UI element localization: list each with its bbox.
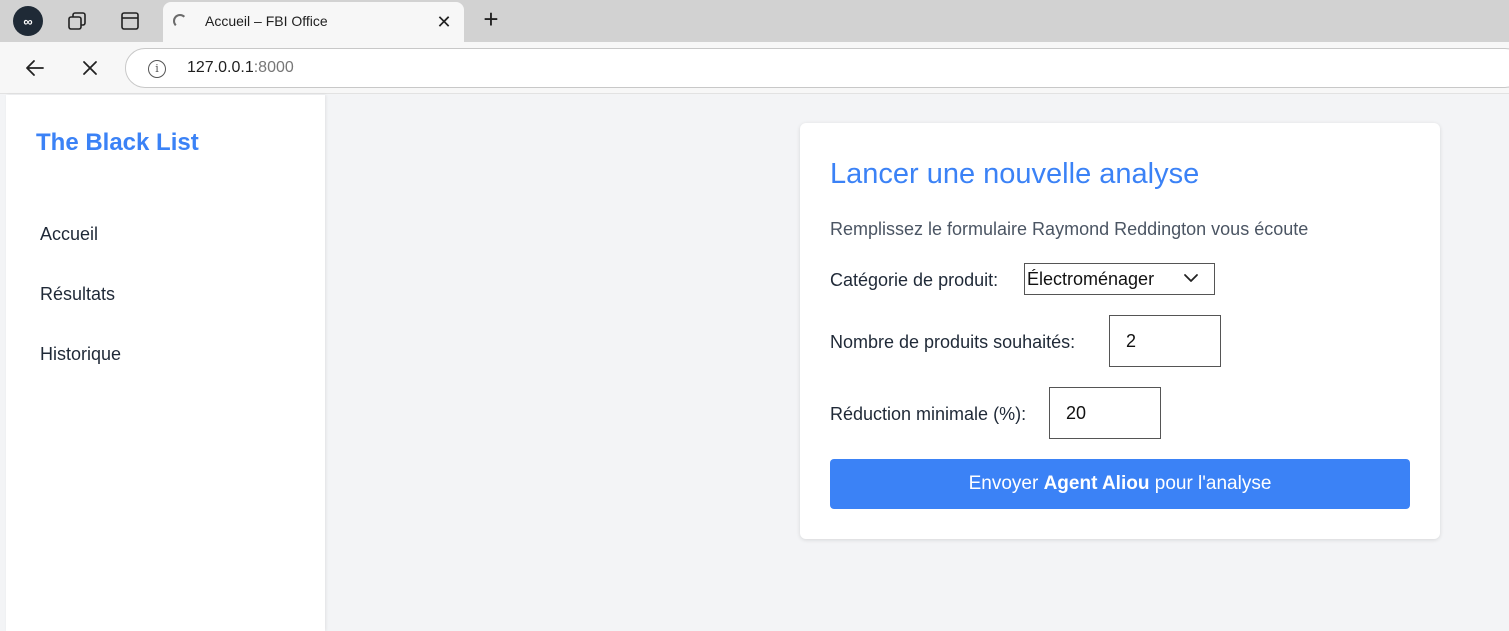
- back-arrow-icon[interactable]: [21, 54, 49, 82]
- browser-toolbar: i 127.0.0.1:8000: [0, 42, 1509, 94]
- tab-title: Accueil – FBI Office: [205, 13, 328, 29]
- site-info-icon[interactable]: i: [148, 60, 166, 78]
- quantity-input[interactable]: 2: [1109, 315, 1221, 367]
- chevron-down-icon: [1184, 274, 1198, 282]
- address-url[interactable]: 127.0.0.1:8000: [187, 59, 294, 77]
- discount-value: 20: [1066, 403, 1087, 423]
- address-bar[interactable]: i 127.0.0.1:8000: [125, 48, 1509, 88]
- category-label: Catégorie de produit:: [830, 270, 999, 290]
- browser-tab-strip: ∞ Accueil – FBI Office ✕ +: [0, 0, 1509, 42]
- tab-close-icon[interactable]: ✕: [433, 11, 455, 33]
- form-subtitle: Remplissez le formulaire Raymond Redding…: [830, 219, 1309, 239]
- category-selected-value: Électroménager: [1027, 269, 1155, 289]
- tab-accueil[interactable]: Accueil – FBI Office ✕: [163, 2, 464, 42]
- profile-infinity-icon[interactable]: ∞: [13, 6, 43, 36]
- submit-prefix: Envoyer: [968, 473, 1044, 494]
- vertical-tabs-icon[interactable]: [115, 6, 145, 36]
- new-tab-plus-icon[interactable]: +: [478, 6, 504, 34]
- discount-input[interactable]: 20: [1049, 387, 1161, 439]
- quantity-label: Nombre de produits souhaités:: [830, 332, 1076, 352]
- sidebar: The Black List Accueil Résultats Histori…: [6, 95, 325, 631]
- url-port: :8000: [253, 59, 294, 76]
- category-select[interactable]: Électroménager: [1024, 263, 1215, 295]
- submit-analysis-button[interactable]: Envoyer Agent Aliou pour l'analyse: [830, 459, 1410, 509]
- discount-label: Réduction minimale (%):: [830, 404, 1027, 424]
- form-title: Lancer une nouvelle analyse: [830, 158, 1200, 190]
- submit-agent-name: Agent Aliou: [1043, 473, 1150, 494]
- stop-loading-icon[interactable]: [76, 54, 104, 82]
- collections-icon[interactable]: [62, 6, 92, 36]
- analysis-form-card: Lancer une nouvelle analyse Remplissez l…: [800, 123, 1440, 539]
- loading-spinner-icon: [173, 14, 187, 28]
- sidebar-item-historique[interactable]: Historique: [40, 344, 121, 365]
- sidebar-item-accueil[interactable]: Accueil: [40, 224, 98, 245]
- quantity-value: 2: [1126, 331, 1137, 351]
- submit-suffix: pour l'analyse: [1149, 473, 1272, 494]
- sidebar-item-resultats[interactable]: Résultats: [40, 284, 115, 305]
- url-host: 127.0.0.1: [187, 59, 254, 76]
- brand-title[interactable]: The Black List: [36, 129, 199, 157]
